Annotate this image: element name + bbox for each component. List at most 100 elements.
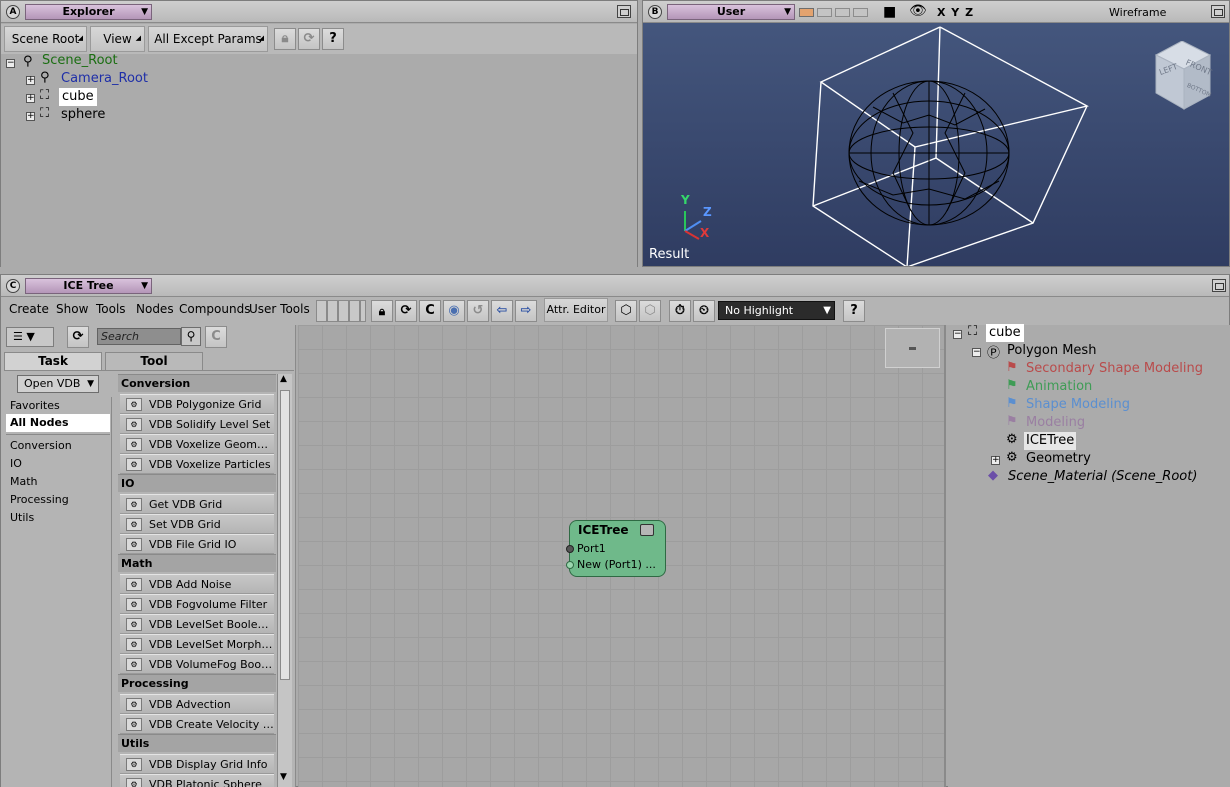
node-port2[interactable]: New (Port1) ... — [577, 558, 656, 571]
highlight-select[interactable]: No Highlight ▼ — [718, 301, 835, 320]
list-mode-button[interactable]: ☰ ▼ — [6, 327, 54, 347]
expand-icon[interactable]: + — [26, 94, 35, 103]
display-mode-button[interactable]: Wireframe — [1109, 6, 1166, 19]
back-arrow-icon[interactable]: ⇦ — [491, 300, 513, 322]
tree-item-cube[interactable]: cube — [59, 88, 97, 106]
clear-icon[interactable]: C — [419, 300, 441, 322]
collapse-icon[interactable]: − — [972, 348, 981, 357]
node-list-item[interactable]: ⚙ VDB Advection — [120, 694, 274, 714]
scroll-up-icon[interactable]: ▲ — [280, 374, 287, 384]
menu-create[interactable]: Create — [9, 302, 49, 316]
node-list-item[interactable]: ⚙ Get VDB Grid — [120, 494, 274, 514]
side-io[interactable]: IO — [10, 455, 22, 473]
right-tree-scene-material[interactable]: Scene_Material (Scene_Root) — [1008, 468, 1197, 486]
scroll-down-icon[interactable]: ▼ — [280, 772, 287, 782]
expand-icon[interactable]: + — [26, 112, 35, 121]
menu-tools[interactable]: Tools — [96, 302, 126, 316]
help-button[interactable]: ? — [843, 300, 865, 322]
refresh-icon[interactable]: ⟳ — [67, 326, 89, 348]
help-button[interactable]: ? — [322, 28, 344, 50]
tab-task[interactable]: Task — [4, 352, 102, 370]
node-list-item[interactable]: ⚙ VDB Create Velocity Field — [120, 714, 274, 734]
memo-cam-slot-4[interactable] — [853, 8, 868, 17]
ice-graph-canvas[interactable]: ICETree Port1 New (Port1) ... — [298, 325, 946, 787]
collapse-icon[interactable]: − — [953, 330, 962, 339]
timer-icon[interactable]: ⏱︎ — [669, 300, 691, 322]
forward-arrow-icon[interactable]: ⇨ — [515, 300, 537, 322]
right-tree-modeling[interactable]: Modeling — [1026, 414, 1085, 432]
collapse-icon[interactable]: − — [6, 59, 15, 68]
explode-icon[interactable]: ⬡ — [639, 300, 661, 322]
maximize-icon[interactable] — [1212, 279, 1226, 292]
side-conversion[interactable]: Conversion — [10, 437, 72, 455]
node-list-item[interactable]: ⚙ VDB LevelSet Boolean Opera... — [120, 614, 274, 634]
node-list-item[interactable]: ⚙ VDB Solidify Level Set — [120, 414, 274, 434]
filter-button[interactable]: All Except Params ◢ — [148, 26, 268, 52]
globe-icon[interactable]: ◉ — [443, 300, 465, 322]
side-all-nodes[interactable]: All Nodes — [10, 414, 69, 432]
category-header[interactable]: Conversion — [118, 374, 276, 392]
undo-icon[interactable]: ↺ — [467, 300, 489, 322]
node-list-item[interactable]: ⚙ VDB Polygonize Grid — [120, 394, 274, 414]
node-list-scrollbar[interactable]: ▲ ▼ — [277, 374, 292, 787]
side-favorites[interactable]: Favorites — [10, 397, 60, 415]
right-tree-animation[interactable]: Animation — [1026, 378, 1092, 396]
right-tree-cube[interactable]: cube — [986, 324, 1024, 342]
port2-dot[interactable] — [566, 561, 574, 569]
node-list-item[interactable]: ⚙ VDB Fogvolume Filter — [120, 594, 274, 614]
compound-icon[interactable]: ⬡ — [615, 300, 637, 322]
right-tree-icetree[interactable]: ICETree — [1024, 432, 1077, 450]
node-menu-icon[interactable] — [640, 524, 654, 536]
refresh-icon[interactable]: ⟳ — [298, 28, 320, 50]
memo-cam-slot-3[interactable] — [835, 8, 850, 17]
scroll-thumb[interactable] — [280, 390, 290, 680]
camera-selector[interactable]: User ▼ — [667, 4, 795, 20]
node-list-item[interactable]: ⚙ VDB VolumeFog Boolean Oper... — [120, 654, 274, 674]
tab-tool[interactable]: Tool — [105, 352, 203, 370]
open-vdb-select[interactable]: Open VDB ▼ — [17, 375, 99, 393]
attr-editor-button[interactable]: Attr. Editor — [544, 298, 608, 322]
side-utils[interactable]: Utils — [10, 509, 34, 527]
memo-cam-slot-2[interactable] — [817, 8, 832, 17]
search-icon[interactable]: ⚲ — [181, 327, 201, 346]
timer-refresh-icon[interactable]: ⏲︎ — [693, 300, 715, 322]
refresh-icon[interactable]: ⟳ — [395, 300, 417, 322]
maximize-icon[interactable] — [617, 5, 631, 18]
right-tree-geometry[interactable]: Geometry — [1026, 450, 1091, 468]
expand-icon[interactable]: + — [991, 456, 1000, 465]
node-port1[interactable]: Port1 — [577, 542, 606, 555]
clear-search-icon[interactable]: C — [205, 326, 227, 348]
port1-dot[interactable] — [566, 545, 574, 553]
ice-view-selector[interactable]: ICE Tree ▼ — [25, 278, 152, 294]
right-tree-polygon-mesh[interactable]: Polygon Mesh — [1007, 342, 1096, 360]
menu-compounds[interactable]: Compounds — [179, 302, 250, 316]
menu-show[interactable]: Show — [56, 302, 88, 316]
graph-navigator[interactable] — [885, 328, 940, 368]
eye-icon[interactable]: 👁︎ — [909, 3, 927, 19]
view-button[interactable]: View ◢ — [90, 26, 145, 52]
node-list-item[interactable]: ⚙ VDB Display Grid Info — [120, 754, 274, 774]
side-processing[interactable]: Processing — [10, 491, 69, 509]
node-list-item[interactable]: ⚙ VDB Platonic Sphere — [120, 774, 274, 787]
category-header[interactable]: IO — [118, 474, 276, 492]
category-header[interactable]: Utils — [118, 734, 276, 752]
maximize-icon[interactable] — [1211, 5, 1225, 18]
view-cube[interactable]: LEFT FRONT BOTTOM — [1148, 40, 1218, 111]
node-list-item[interactable]: ⚙ VDB File Grid IO — [120, 534, 274, 554]
node-list-item[interactable]: ⚙ VDB Add Noise — [120, 574, 274, 594]
side-math[interactable]: Math — [10, 473, 38, 491]
camera-icon[interactable]: ■ — [883, 4, 896, 20]
viewport-canvas[interactable]: Y Z X Result LEFT FRONT BOTTOM — [643, 23, 1229, 266]
expand-icon[interactable]: + — [26, 76, 35, 85]
tree-item-scene-root[interactable]: Scene_Root — [42, 52, 118, 70]
tree-item-camera-root[interactable]: Camera_Root — [61, 70, 148, 88]
search-input[interactable]: Search — [97, 328, 181, 345]
node-list-item[interactable]: ⚙ VDB Voxelize Geometry — [120, 434, 274, 454]
node-list-item[interactable]: ⚙ VDB LevelSet Morphology — [120, 634, 274, 654]
category-header[interactable]: Processing — [118, 674, 276, 692]
menu-nodes[interactable]: Nodes — [136, 302, 174, 316]
node-list-item[interactable]: ⚙ Set VDB Grid — [120, 514, 274, 534]
icetree-node[interactable]: ICETree Port1 New (Port1) ... — [566, 520, 666, 577]
memo-cam-slot-1[interactable] — [799, 8, 814, 17]
category-header[interactable]: Math — [118, 554, 276, 572]
